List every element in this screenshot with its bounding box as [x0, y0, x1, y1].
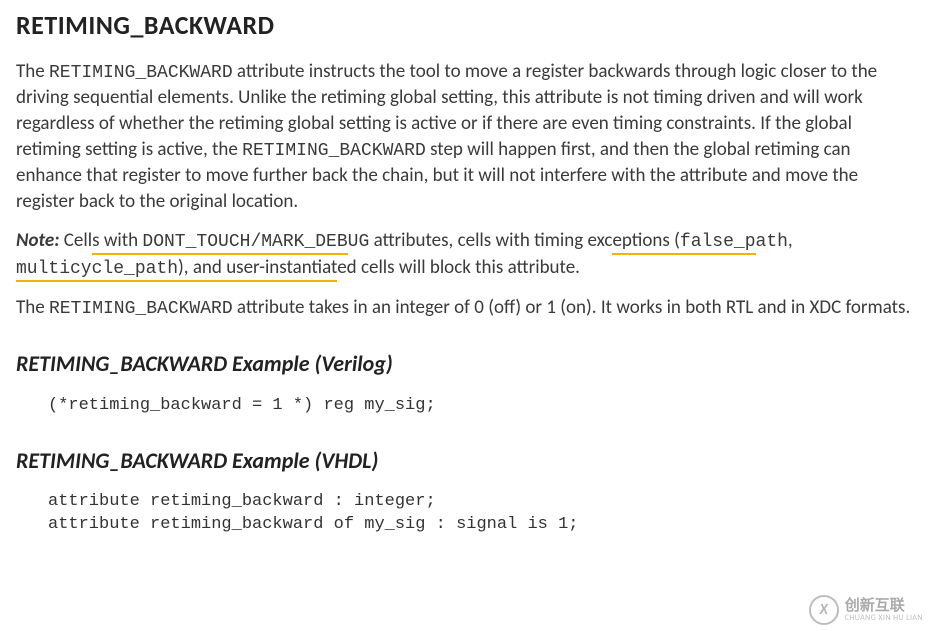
code-block-verilog: (*retiming_backward = 1 *) reg my_sig; — [16, 395, 913, 418]
code-retiming-backward: RETIMING_BACKWARD — [49, 63, 233, 83]
heading-example-vhdl: RETIMING_BACKWARD Example (VHDL) — [16, 446, 913, 476]
code-multicycle-path: multicycle_path — [16, 259, 178, 282]
watermark-cn: 创新互联 — [845, 599, 923, 614]
text-span: The — [16, 296, 49, 319]
code-retiming-backward: RETIMING_BACKWARD — [242, 141, 426, 161]
code-false-path-tail: ath — [756, 232, 788, 252]
code-false-path: false_p — [680, 232, 756, 255]
note-paragraph: Note: Cells with DONT_TOUCH/MARK_DEBUG a… — [16, 228, 913, 281]
description-paragraph-2: The RETIMING_BACKWARD attribute takes in… — [16, 295, 913, 321]
text-span: The — [16, 60, 49, 83]
watermark-logo-icon: X — [809, 595, 839, 625]
highlight-span: s with — [92, 229, 142, 255]
watermark-pinyin: CHUANG XIN HU LIAN — [845, 614, 923, 622]
page-title: RETIMING_BACKWARD — [16, 8, 913, 43]
code-retiming-backward: RETIMING_BACKWARD — [49, 299, 233, 319]
text-span: ed cells will block this attribute. — [337, 256, 580, 279]
note-label: Note: — [16, 229, 59, 252]
code-mark-debug: MARK_DEB — [261, 232, 347, 255]
watermark-text: 创新互联 CHUANG XIN HU LIAN — [845, 599, 923, 622]
code-dont-touch: DONT_TOUCH — [142, 232, 250, 255]
text-span: attributes, cells with timing exc — [369, 229, 612, 252]
highlight-span: ), and user-instantiat — [178, 256, 337, 282]
heading-example-verilog: RETIMING_BACKWARD Example (Verilog) — [16, 349, 913, 379]
text-span: Cell — [64, 229, 92, 252]
highlight-span: eptions ( — [612, 229, 679, 255]
text-span: , — [788, 229, 793, 252]
text-span: attribute takes in an integer of 0 (off)… — [233, 296, 911, 319]
code-slash: / — [250, 232, 261, 255]
code-mark-debug-tail: UG — [348, 232, 370, 252]
code-block-vhdl: attribute retiming_backward : integer; a… — [16, 491, 913, 537]
description-paragraph-1: The RETIMING_BACKWARD attribute instruct… — [16, 59, 913, 214]
watermark: X 创新互联 CHUANG XIN HU LIAN — [809, 595, 923, 625]
